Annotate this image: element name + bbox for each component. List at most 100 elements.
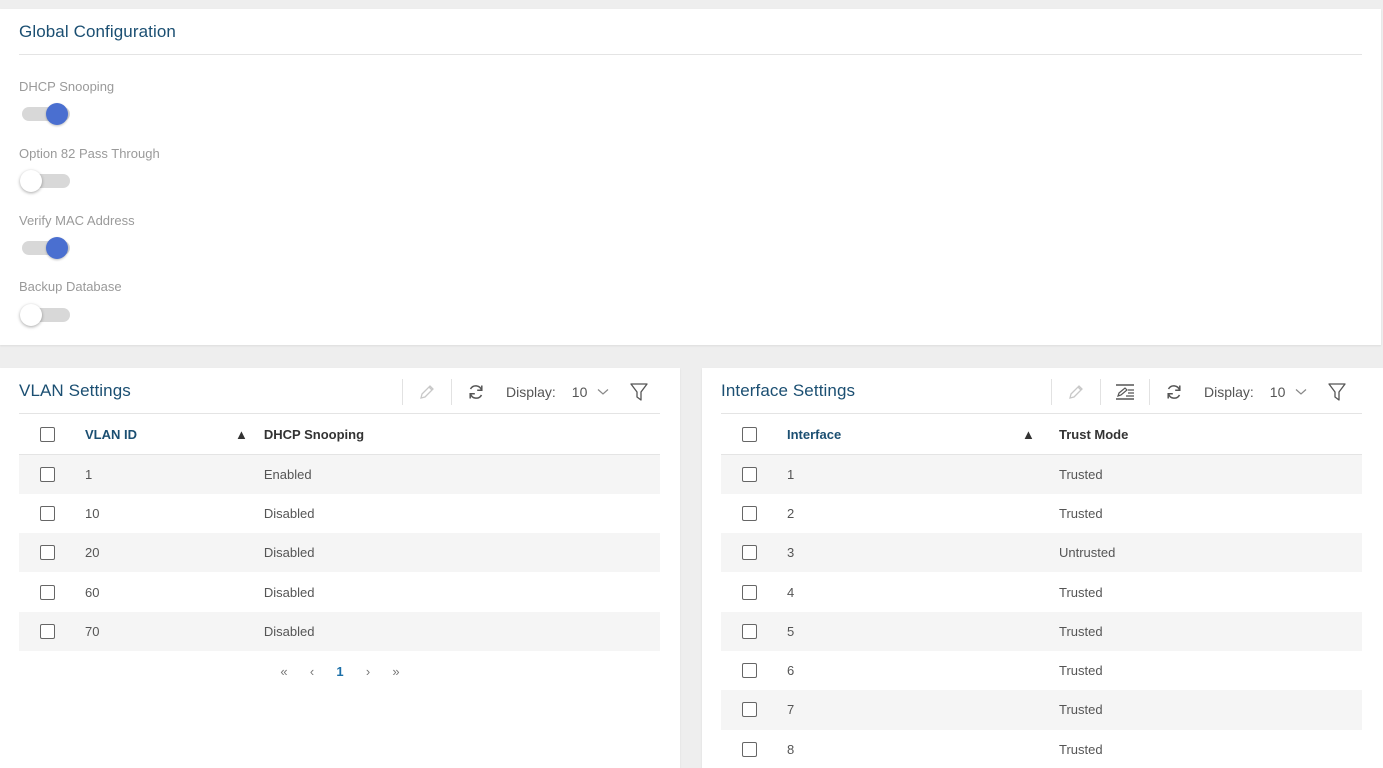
prev-page-button[interactable]: ‹ bbox=[298, 664, 326, 679]
dhcp-snooping-label: DHCP Snooping bbox=[19, 79, 115, 94]
page-number[interactable]: 1 bbox=[326, 664, 354, 679]
display-label: Display: bbox=[1204, 384, 1254, 400]
trust-mode-cell: Trusted bbox=[1059, 741, 1103, 757]
table-row: 1 Trusted bbox=[721, 454, 1362, 494]
vlan-table: VLAN ID ▲ DHCP Snooping 1 Enabled 10 Dis… bbox=[19, 413, 660, 651]
sort-ascending-icon[interactable]: ▲ bbox=[1022, 413, 1059, 455]
dhcp-snooping-toggle[interactable] bbox=[22, 103, 70, 125]
table-row: 6 Trusted bbox=[721, 651, 1362, 690]
toolbar-divider bbox=[1051, 379, 1052, 405]
table-row: 8 Trusted bbox=[721, 730, 1362, 768]
table-row: 60 Disabled bbox=[19, 572, 660, 611]
interface-toolbar: Display: 10 bbox=[1051, 378, 1349, 406]
vlan-settings-panel: VLAN Settings Display: 10 VLAN ID ▲ DHCP… bbox=[0, 368, 680, 768]
interface-cell: 2 bbox=[787, 505, 795, 521]
interface-settings-panel: Interface Settings Display: 10 Interface bbox=[702, 368, 1383, 768]
select-all-checkbox[interactable] bbox=[40, 426, 55, 442]
display-select[interactable]: 10 bbox=[1270, 384, 1286, 400]
trust-mode-cell: Untrusted bbox=[1059, 533, 1362, 573]
first-page-button[interactable]: « bbox=[270, 664, 298, 679]
pencil-icon[interactable] bbox=[1064, 380, 1088, 404]
interface-settings-title: Interface Settings bbox=[721, 381, 856, 400]
row-checkbox[interactable] bbox=[40, 584, 55, 600]
display-label: Display: bbox=[506, 384, 556, 400]
row-checkbox[interactable] bbox=[742, 623, 757, 639]
verify-mac-label: Verify MAC Address bbox=[19, 213, 135, 228]
select-all-checkbox[interactable] bbox=[742, 426, 757, 442]
row-checkbox[interactable] bbox=[40, 545, 55, 561]
interface-cell: 3 bbox=[787, 533, 1059, 573]
row-checkbox[interactable] bbox=[40, 466, 55, 482]
display-select[interactable]: 10 bbox=[572, 384, 588, 400]
refresh-icon[interactable] bbox=[464, 380, 488, 404]
toolbar-divider bbox=[402, 379, 403, 405]
column-interface[interactable]: Interface bbox=[787, 413, 1022, 455]
vlan-id-cell: 60 bbox=[85, 584, 100, 600]
interface-cell: 7 bbox=[787, 690, 1059, 730]
toggle-knob bbox=[46, 237, 68, 259]
trust-mode-cell: Trusted bbox=[1059, 454, 1362, 494]
filter-icon[interactable] bbox=[1325, 380, 1349, 404]
row-checkbox[interactable] bbox=[742, 741, 757, 757]
table-header: Interface ▲ Trust Mode bbox=[721, 413, 1362, 455]
filter-icon[interactable] bbox=[627, 380, 651, 404]
title-divider bbox=[19, 54, 1362, 55]
chevron-down-icon[interactable] bbox=[1295, 388, 1307, 396]
row-checkbox[interactable] bbox=[742, 702, 757, 718]
backup-database-toggle[interactable] bbox=[20, 304, 70, 326]
row-checkbox[interactable] bbox=[742, 584, 757, 600]
dhcp-snooping-cell: Disabled bbox=[263, 505, 315, 521]
trust-mode-cell: Trusted bbox=[1059, 690, 1362, 730]
table-row: 20 Disabled bbox=[19, 533, 660, 573]
trust-mode-cell: Trusted bbox=[1059, 505, 1103, 521]
table-row: 70 Disabled bbox=[19, 611, 660, 651]
vlan-id-cell: 70 bbox=[85, 611, 264, 651]
row-checkbox[interactable] bbox=[742, 663, 757, 679]
trust-mode-cell: Trusted bbox=[1059, 611, 1362, 651]
dhcp-snooping-cell: Disabled bbox=[263, 584, 315, 600]
table-row: 4 Trusted bbox=[721, 572, 1362, 611]
dhcp-snooping-cell: Enabled bbox=[263, 454, 660, 494]
last-page-button[interactable]: » bbox=[382, 664, 410, 679]
verify-mac-toggle[interactable] bbox=[22, 237, 70, 259]
interface-cell: 6 bbox=[787, 663, 795, 679]
sort-ascending-icon[interactable]: ▲ bbox=[235, 413, 264, 455]
pagination: « ‹ 1 › » bbox=[270, 664, 410, 679]
option-82-label: Option 82 Pass Through bbox=[19, 146, 160, 161]
vlan-settings-title: VLAN Settings bbox=[19, 381, 131, 400]
trust-mode-cell: Trusted bbox=[1059, 663, 1103, 679]
vlan-id-cell: 20 bbox=[85, 533, 264, 573]
global-configuration-panel: Global Configuration DHCP Snooping Optio… bbox=[0, 9, 1381, 345]
bulk-edit-icon[interactable] bbox=[1113, 380, 1137, 404]
interface-cell: 4 bbox=[787, 584, 795, 600]
row-checkbox[interactable] bbox=[40, 623, 55, 639]
toolbar-divider bbox=[451, 379, 452, 405]
vlan-id-cell: 10 bbox=[85, 505, 100, 521]
option-82-toggle[interactable] bbox=[20, 170, 70, 192]
row-checkbox[interactable] bbox=[742, 466, 757, 482]
row-checkbox[interactable] bbox=[742, 545, 757, 561]
row-checkbox[interactable] bbox=[742, 505, 757, 521]
vlan-toolbar: Display: 10 bbox=[402, 378, 651, 406]
toggle-knob bbox=[20, 170, 42, 192]
table-header: VLAN ID ▲ DHCP Snooping bbox=[19, 413, 660, 455]
chevron-down-icon[interactable] bbox=[597, 388, 609, 396]
column-trust-mode[interactable]: Trust Mode bbox=[1059, 413, 1362, 455]
interface-table: Interface ▲ Trust Mode 1 Trusted 2 Trust… bbox=[721, 413, 1362, 768]
table-row: 1 Enabled bbox=[19, 454, 660, 494]
toggle-knob bbox=[20, 304, 42, 326]
pencil-icon[interactable] bbox=[415, 380, 439, 404]
interface-cell: 8 bbox=[787, 741, 795, 757]
trust-mode-cell: Trusted bbox=[1059, 584, 1103, 600]
row-checkbox[interactable] bbox=[40, 505, 55, 521]
refresh-icon[interactable] bbox=[1162, 380, 1186, 404]
column-vlan-id[interactable]: VLAN ID bbox=[85, 413, 235, 455]
toolbar-divider bbox=[1149, 379, 1150, 405]
toolbar-divider bbox=[1100, 379, 1101, 405]
column-dhcp-snooping[interactable]: DHCP Snooping bbox=[263, 413, 660, 455]
next-page-button[interactable]: › bbox=[354, 664, 382, 679]
table-row: 5 Trusted bbox=[721, 611, 1362, 651]
dhcp-snooping-cell: Disabled bbox=[263, 533, 660, 573]
interface-cell: 1 bbox=[787, 454, 1059, 494]
table-row: 3 Untrusted bbox=[721, 533, 1362, 573]
